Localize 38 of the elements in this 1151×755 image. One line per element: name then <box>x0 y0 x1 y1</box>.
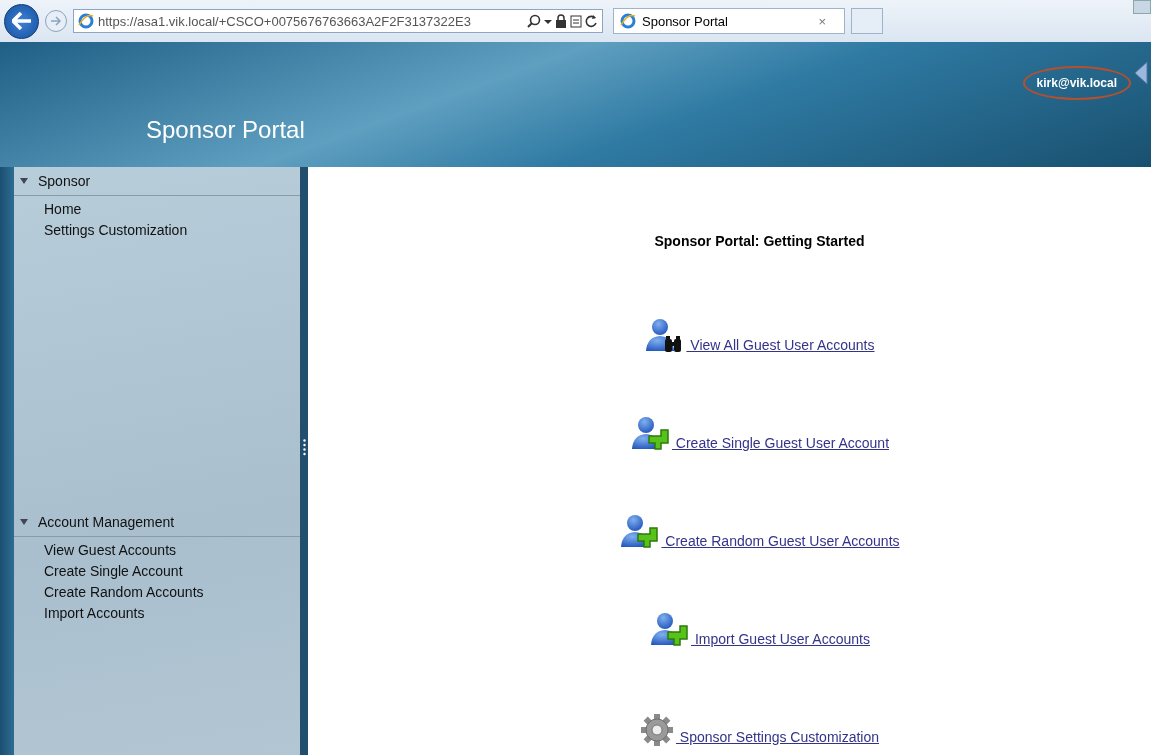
logout-icon[interactable] <box>1135 60 1151 86</box>
browser-icon <box>78 13 94 29</box>
action-link[interactable]: Sponsor Settings Customization <box>675 729 880 745</box>
lock-icon[interactable] <box>555 14 567 28</box>
page-title: Sponsor Portal: Getting Started <box>654 233 865 249</box>
browser-icon <box>620 13 636 29</box>
caret-icon <box>20 519 28 525</box>
browser-tab[interactable]: Sponsor Portal × <box>613 8 845 34</box>
gear-icon <box>639 713 674 747</box>
nav-link[interactable]: Create Single Account <box>14 561 183 582</box>
address-text: https://asa1.vik.local/+CSCO+0075676763663A2F2F3137322E3 <box>98 13 471 29</box>
address-field[interactable]: https://asa1.vik.local/+CSCO+0075676763663A2F2F3137322E3 <box>73 9 603 33</box>
back-arrow-icon <box>11 12 32 30</box>
forward-arrow-icon <box>50 16 62 26</box>
nav-link[interactable]: View Guest Accounts <box>14 540 177 561</box>
back-button[interactable] <box>4 3 39 39</box>
refresh-icon[interactable] <box>585 14 598 28</box>
action-link[interactable]: Import Guest User Accounts <box>691 631 870 647</box>
nav-link[interactable]: Create Random Accounts <box>14 582 204 603</box>
add-user-icon <box>619 513 660 551</box>
nav-link[interactable]: Import Accounts <box>14 603 145 624</box>
nav-link[interactable]: Home <box>14 199 82 220</box>
action-link[interactable]: View All Guest User Accounts <box>686 337 875 353</box>
tab-title: Sponsor Portal <box>642 13 728 29</box>
caret-icon <box>20 178 28 184</box>
user-name: kirk@vik.local <box>1022 66 1131 100</box>
portal-title: Sponsor Portal <box>146 116 305 144</box>
add-user-icon <box>629 415 670 453</box>
resize-handle-icon[interactable] <box>302 438 306 456</box>
action-link[interactable]: Create Random Guest User Accounts <box>661 533 900 549</box>
nav-link[interactable]: Settings Customization <box>14 220 188 241</box>
add-user-icon <box>649 611 689 649</box>
close-tab-button[interactable]: × <box>806 13 838 29</box>
action-link[interactable]: Create Single Guest User Account <box>671 435 890 451</box>
section-header[interactable]: Sponsor <box>14 167 300 196</box>
compatibility-icon[interactable] <box>570 14 582 28</box>
search-icon[interactable] <box>527 14 541 28</box>
section-header[interactable]: Account Management <box>14 508 300 537</box>
